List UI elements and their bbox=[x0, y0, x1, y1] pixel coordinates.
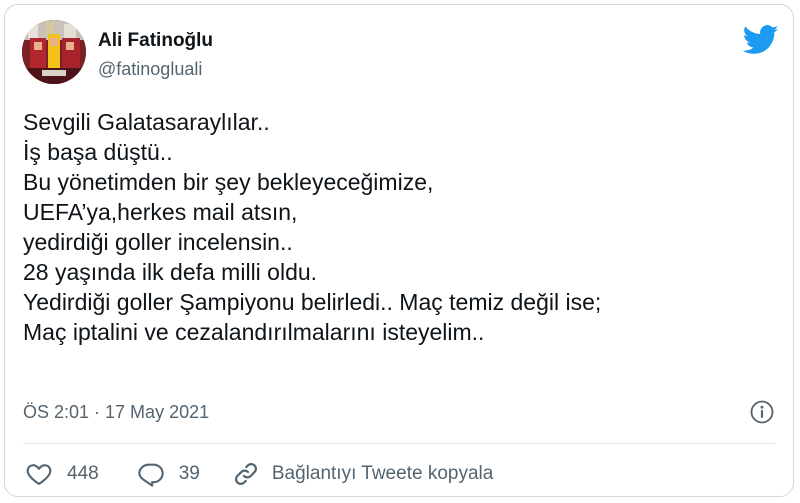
tweet-line: 28 yaşında ilk defa milli oldu. bbox=[23, 259, 318, 285]
action-bar: 448 39 Bağlantıyı Tweete kopyala bbox=[25, 457, 493, 491]
tweet-line: Yedirdiği goller Şampiyonu belirledi.. M… bbox=[23, 289, 602, 315]
copy-link-label: Bağlantıyı Tweete kopyala bbox=[271, 463, 494, 484]
tweet-text: Sevgili Galatasaraylılar.. İş başa düştü… bbox=[23, 107, 783, 347]
author-display-name[interactable]: Ali Fatinoğlu bbox=[98, 30, 213, 52]
tweet-line: yedirdiği goller incelensin.. bbox=[23, 229, 293, 255]
avatar-image bbox=[22, 20, 86, 84]
like-button[interactable]: 448 bbox=[25, 460, 99, 488]
link-icon bbox=[232, 460, 260, 488]
copy-link-button[interactable]: Bağlantıyı Tweete kopyala bbox=[232, 460, 493, 488]
tweet-line: Maç iptalini ve cezalandırılmalarını ist… bbox=[23, 319, 485, 345]
heart-icon bbox=[25, 460, 53, 488]
info-icon[interactable] bbox=[749, 399, 775, 425]
reply-count: 39 bbox=[178, 463, 200, 484]
avatar[interactable] bbox=[22, 20, 86, 84]
tweet-card: Ali Fatinoğlu @fatinogluali Sevgili Gala… bbox=[4, 4, 794, 497]
twitter-bird-icon[interactable] bbox=[742, 25, 779, 55]
reply-icon bbox=[137, 460, 165, 488]
tweet-line: İş başa düştü.. bbox=[23, 139, 173, 165]
tweet-timestamp[interactable]: ÖS 2:01 · 17 May 2021 bbox=[23, 402, 209, 423]
like-count: 448 bbox=[67, 463, 99, 484]
tweet-line: Sevgili Galatasaraylılar.. bbox=[23, 109, 270, 135]
divider bbox=[23, 443, 775, 444]
author-handle[interactable]: @fatinogluali bbox=[98, 59, 202, 80]
reply-button[interactable]: 39 bbox=[137, 460, 200, 488]
tweet-line: Bu yönetimden bir şey bekleyeceğimize, bbox=[23, 169, 434, 195]
tweet-line: UEFA’ya,herkes mail atsın, bbox=[23, 199, 298, 225]
